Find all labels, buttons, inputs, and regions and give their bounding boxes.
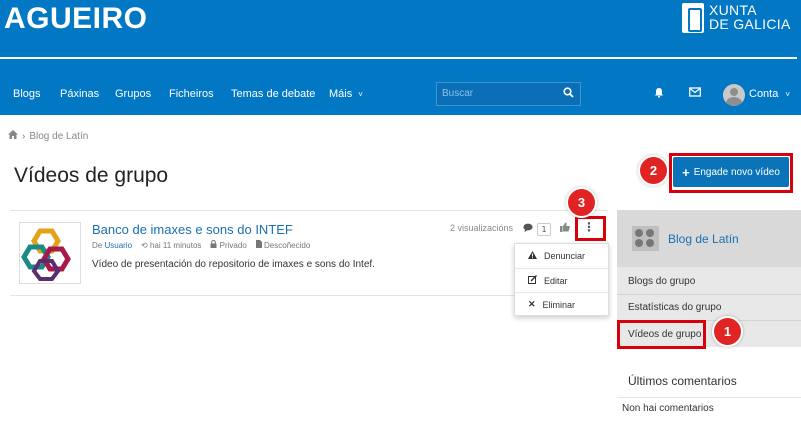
account-menu[interactable]: Conta ˅	[749, 88, 790, 100]
breadcrumb: › Blog de Latín	[8, 130, 88, 142]
item-actions-menu: Denunciar Editar ✕ Eliminar	[514, 243, 609, 316]
bell-icon[interactable]	[654, 87, 664, 101]
warning-icon	[528, 250, 537, 261]
video-meta: De Usuario ⟲ hai 11 minutos Privado Desc…	[92, 240, 310, 250]
xunta-wordmark: XUNTA DE GALICIA	[709, 2, 791, 32]
group-avatar-icon[interactable]	[632, 226, 659, 251]
history-icon: ⟲	[141, 240, 148, 250]
delete-icon: ✕	[528, 299, 536, 309]
page-title: Vídeos de grupo	[14, 164, 169, 187]
no-comments-text: Non hai comentarios	[622, 403, 714, 414]
last-comments-divider	[617, 397, 801, 398]
nav-item-groups[interactable]: Grupos	[115, 88, 151, 100]
site-brand[interactable]: AGUEIRO	[4, 2, 148, 36]
comment-count: 1	[537, 223, 551, 236]
search-icon[interactable]	[563, 87, 574, 101]
views-count: 2 visualizacións	[450, 223, 514, 233]
edit-icon	[528, 275, 537, 286]
nav-item-more[interactable]: Máis ˅	[329, 88, 363, 100]
search-input[interactable]	[442, 88, 552, 99]
mail-icon[interactable]	[689, 86, 701, 100]
step-badge-1: 1	[714, 318, 741, 345]
last-comments-title: Últimos comentarios	[628, 374, 737, 388]
step-badge-2: 2	[640, 157, 667, 184]
author-prefix: De	[92, 240, 103, 250]
menu-item-report[interactable]: Denunciar	[515, 244, 608, 267]
avatar[interactable]	[723, 84, 745, 106]
menu-item-delete[interactable]: ✕ Eliminar	[515, 293, 608, 316]
file-icon	[255, 240, 264, 250]
intef-logo-icon	[21, 228, 71, 281]
xunta-logo-block: XUNTA DE GALICIA	[682, 3, 791, 33]
xunta-shield-icon	[682, 3, 704, 33]
video-title-link[interactable]: Banco de imaxes e sons do INTEF	[92, 222, 293, 237]
home-icon[interactable]	[8, 130, 18, 142]
list-divider-top	[10, 210, 608, 211]
breadcrumb-item[interactable]: Blog de Latín	[29, 131, 88, 142]
nav-more-label: Máis	[329, 88, 353, 100]
video-author: De Usuario	[92, 241, 132, 250]
more-vertical-icon[interactable]: ⋮	[583, 220, 595, 234]
header-divider	[0, 57, 797, 59]
nav-item-files[interactable]: Ficheiros	[169, 88, 214, 100]
comment-icon[interactable]	[523, 223, 533, 235]
step-badge-3: 3	[568, 189, 595, 216]
lock-icon	[210, 240, 219, 250]
add-video-label: Engade novo vídeo	[693, 166, 780, 178]
like-icon[interactable]	[560, 222, 570, 235]
video-description: Vídeo de presentación do repositorio de …	[92, 259, 375, 270]
video-privacy: Privado	[210, 240, 247, 250]
highlight-box-videos	[617, 320, 706, 349]
search-box	[436, 82, 581, 106]
sidebar-item-group-stats[interactable]: Estatísticas do grupo	[628, 302, 721, 313]
video-category: Descoñecido	[255, 240, 310, 250]
nav-item-blogs[interactable]: Blogs	[13, 88, 41, 100]
main-nav: Blogs Páxinas Grupos Ficheiros Temas de …	[0, 82, 801, 108]
plus-icon: +	[682, 164, 690, 180]
add-video-button[interactable]: + Engade novo vídeo	[673, 157, 789, 187]
video-thumbnail[interactable]	[19, 222, 81, 284]
nav-item-pages[interactable]: Páxinas	[60, 88, 99, 100]
author-link[interactable]: Usuario	[104, 241, 132, 250]
chevron-down-icon: ˅	[785, 90, 791, 99]
group-name-link[interactable]: Blog de Latín	[668, 232, 739, 246]
chevron-down-icon: ˅	[358, 90, 363, 99]
breadcrumb-separator: ›	[22, 130, 26, 142]
video-time: ⟲ hai 11 minutos	[141, 240, 202, 250]
account-label: Conta	[749, 88, 779, 100]
menu-item-edit[interactable]: Editar	[515, 269, 608, 292]
sidebar-item-group-blogs[interactable]: Blogs do grupo	[628, 276, 695, 287]
nav-item-discussions[interactable]: Temas de debate	[231, 88, 315, 100]
sidebar-divider	[617, 294, 801, 295]
